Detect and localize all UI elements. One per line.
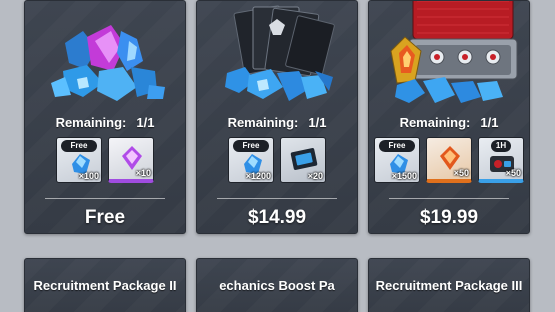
item-quantity: ×50 (505, 168, 521, 178)
blue-card-icon (290, 148, 318, 170)
package-card-1999[interactable]: Remaining: 1/1 Free ×1500 ×50 1H ×50 $19… (368, 0, 530, 234)
remaining-label: Remaining: (399, 115, 471, 130)
item-slot[interactable]: ×20 (280, 137, 326, 183)
red-case-icon (390, 1, 518, 103)
remaining-label: Remaining: (227, 115, 299, 130)
item-quantity: ×50 (453, 168, 469, 178)
divider (217, 198, 337, 199)
card-pack-icon (225, 5, 335, 101)
item-list: Free ×100 ×10 (25, 137, 185, 183)
item-quantity: ×1500 (391, 171, 417, 181)
price-button[interactable]: $19.99 (369, 207, 529, 229)
duration-tag: 1H (491, 140, 511, 152)
remaining-counter: Remaining: 1/1 (25, 115, 185, 130)
remaining-counter: Remaining: 1/1 (197, 115, 357, 130)
package-card-1499[interactable]: Remaining: 1/1 Free ×1200 ×20 $14.99 (196, 0, 358, 234)
item-slot[interactable]: ×50 (426, 137, 472, 183)
item-list: Free ×1500 ×50 1H ×50 (369, 137, 529, 183)
divider (45, 198, 165, 199)
item-slot[interactable]: ×10 (108, 137, 154, 183)
price-button[interactable]: $14.99 (197, 207, 357, 229)
item-slot[interactable]: Free ×100 (56, 137, 102, 183)
item-slot[interactable]: 1H ×50 (478, 137, 524, 183)
item-slot[interactable]: Free ×1200 (228, 137, 274, 183)
remaining-value: 1/1 (480, 115, 499, 130)
item-quantity: ×10 (135, 168, 151, 178)
remaining-value: 1/1 (136, 115, 155, 130)
package-title: echanics Boost Pa (219, 278, 335, 293)
package-title: Recruitment Package III (375, 278, 523, 293)
package-card-mechanics-boost[interactable]: echanics Boost Pa (196, 258, 358, 312)
remaining-counter: Remaining: 1/1 (369, 115, 529, 130)
item-quantity: ×20 (307, 171, 323, 181)
remaining-value: 1/1 (308, 115, 327, 130)
divider (389, 198, 509, 199)
item-slot[interactable]: Free ×1500 (374, 137, 420, 183)
item-list: Free ×1200 ×20 (197, 137, 357, 183)
item-quantity: ×100 (78, 171, 99, 181)
price-button[interactable]: Free (25, 207, 185, 229)
package-card-recruitment-ii[interactable]: Recruitment Package II (24, 258, 186, 312)
item-quantity: ×1200 (245, 171, 271, 181)
package-card-recruitment-iii[interactable]: Recruitment Package III (368, 258, 530, 312)
remaining-label: Remaining: (55, 115, 127, 130)
package-title: Recruitment Package II (33, 278, 177, 293)
crystal-pile-icon (51, 25, 165, 101)
package-card-free[interactable]: Remaining: 1/1 Free ×100 ×10 Free (24, 0, 186, 234)
